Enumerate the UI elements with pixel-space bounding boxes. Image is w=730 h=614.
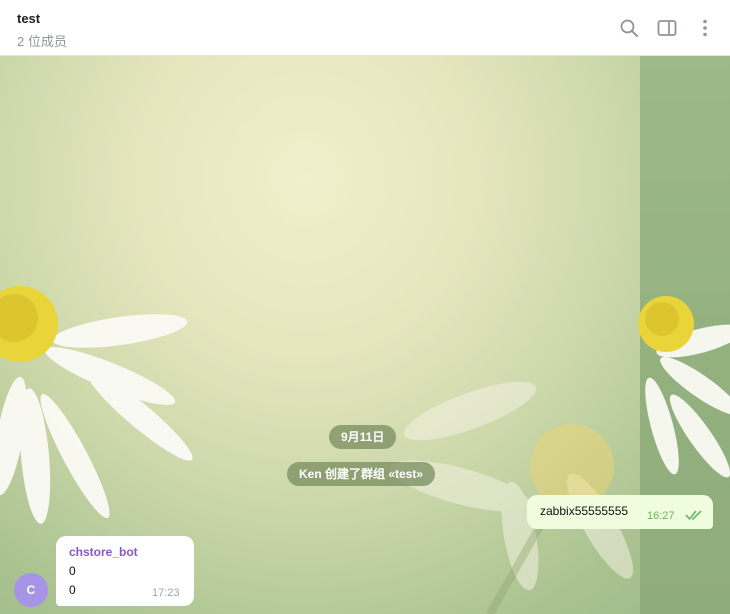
more-vertical-icon[interactable] (694, 17, 716, 39)
message-time: 16:27 (647, 510, 675, 522)
avatar[interactable]: C (14, 573, 48, 607)
message-time: 17:23 (152, 587, 180, 599)
message-text-line: 0 (69, 564, 76, 578)
chat-area[interactable]: 9月11日 Ken 创建了群组 «test» zabbix55555555 16… (0, 56, 730, 614)
read-check-icon (685, 510, 702, 521)
daisy-wallpaper (0, 286, 730, 614)
sender-name[interactable]: chstore_bot (69, 545, 138, 559)
message-text-line: 0 (69, 583, 76, 597)
incoming-message[interactable]: chstore_bot 0 0 17:23 (56, 536, 194, 606)
date-divider: 9月11日 (329, 425, 397, 449)
chat-header: test 2 位成员 (0, 0, 730, 56)
service-message: Ken 创建了群组 «test» (287, 462, 436, 486)
member-count[interactable]: 2 位成员 (17, 31, 67, 50)
chat-title[interactable]: test (17, 11, 40, 26)
message-text: zabbix55555555 (540, 504, 629, 518)
sidebar-toggle-icon[interactable] (656, 17, 678, 39)
outgoing-message[interactable]: zabbix55555555 16:27 (527, 495, 713, 529)
search-icon[interactable] (618, 17, 640, 39)
